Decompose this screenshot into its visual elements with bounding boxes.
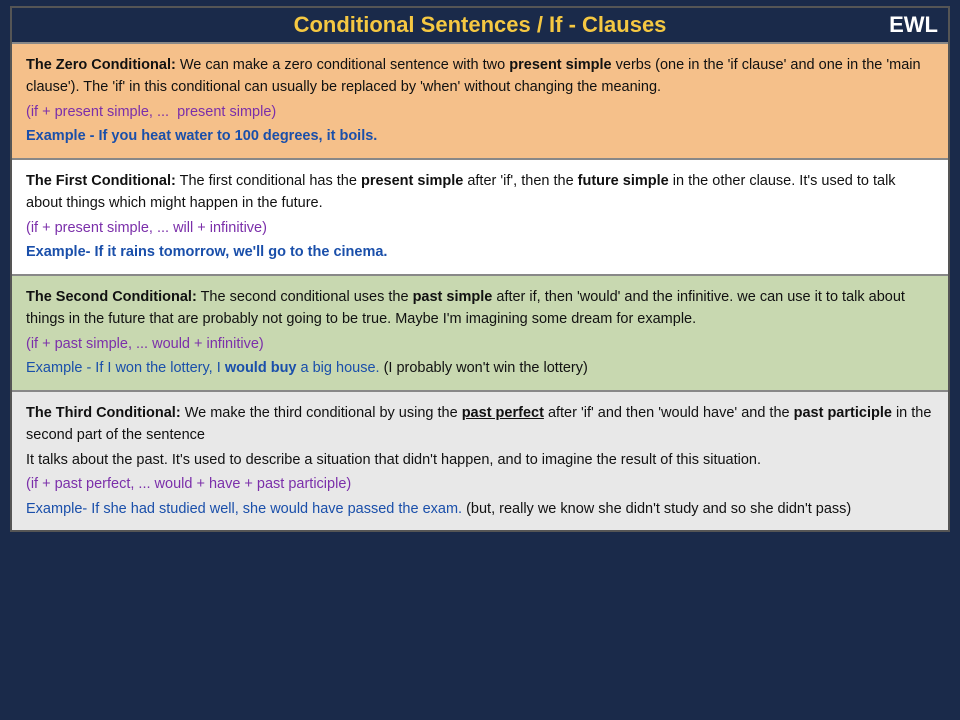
first-title: The First Conditional:: [26, 173, 176, 189]
second-formula: (if + past simple, ... would + infinitiv…: [26, 333, 934, 355]
first-formula: (if + present simple, ... will + infinit…: [26, 217, 934, 239]
section-second: The Second Conditional: The second condi…: [12, 274, 948, 390]
header: Conditional Sentences / If - Clauses EWL: [12, 8, 948, 42]
third-title: The Third Conditional:: [26, 405, 181, 421]
zero-main-text: The Zero Conditional: We can make a zero…: [26, 54, 934, 99]
second-example: Example - If I won the lottery, I would …: [26, 357, 934, 379]
third-formula: (if + past perfect, ... would + have + p…: [26, 473, 934, 495]
first-example: Example- If it rains tomorrow, we'll go …: [26, 241, 934, 263]
section-third: The Third Conditional: We make the third…: [12, 390, 948, 530]
second-main-text: The Second Conditional: The second condi…: [26, 286, 934, 331]
third-continuation: It talks about the past. It's used to de…: [26, 449, 934, 471]
ewl-label: EWL: [889, 12, 938, 38]
third-example: Example- If she had studied well, she wo…: [26, 498, 934, 520]
zero-formula: (if + present simple, ... present simple…: [26, 101, 934, 123]
zero-example: Example - If you heat water to 100 degre…: [26, 125, 934, 147]
first-main-text: The First Conditional: The first conditi…: [26, 170, 934, 215]
section-first: The First Conditional: The first conditi…: [12, 158, 948, 274]
third-main-text: The Third Conditional: We make the third…: [26, 402, 934, 447]
main-container: Conditional Sentences / If - Clauses EWL…: [10, 6, 950, 532]
zero-title: The Zero Conditional:: [26, 57, 176, 73]
page-title: Conditional Sentences / If - Clauses: [22, 12, 938, 38]
second-title: The Second Conditional:: [26, 289, 197, 305]
section-zero: The Zero Conditional: We can make a zero…: [12, 42, 948, 158]
